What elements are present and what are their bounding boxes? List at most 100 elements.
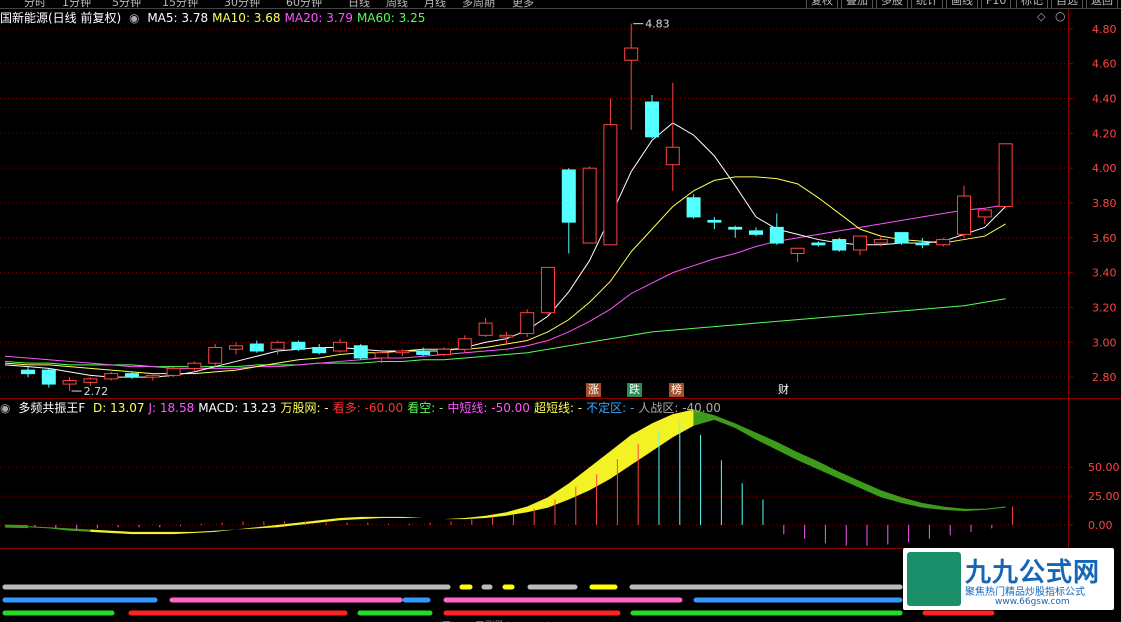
panel-close-icon[interactable]: ○ (1055, 9, 1065, 23)
candle-body (624, 47, 639, 61)
candle (707, 216, 722, 230)
price-tick-label: 4.40 (1092, 93, 1117, 106)
logo-url: www.66gsw.com (995, 597, 1070, 607)
candle (145, 373, 160, 381)
candle (499, 331, 514, 345)
indicator-value-label: 中短线: -50.00 (447, 401, 530, 415)
candle-body (208, 347, 223, 364)
event-marker[interactable]: 跌 (627, 383, 642, 397)
candle-body (104, 373, 119, 380)
candle (998, 143, 1013, 207)
candle (645, 95, 659, 139)
candle (21, 366, 35, 378)
ma-line-ma20 (27, 204, 1006, 369)
candle-body (166, 367, 181, 376)
indicator-tick-label: 0.00 (1088, 519, 1113, 532)
candle (977, 208, 992, 224)
chart-canvas[interactable]: 4.80 4.60 4.40 4.20 4.00 3.80 3.60 3.40 3.20 3.00… (0, 0, 1121, 622)
price-tick-label: 3.60 (1092, 232, 1117, 245)
ma-line-ma60 (28, 298, 1006, 368)
price-tick-label: 3.40 (1092, 267, 1117, 280)
candle-body (977, 209, 992, 218)
candle-body (457, 338, 472, 350)
ma-line-lead-ma60 (4, 360, 29, 364)
candle-body (395, 350, 410, 354)
main-panel-header: 国新能源(日线 前复权) ◉ MA5: 3.78 MA10: 3.68 MA20: … (0, 10, 433, 26)
price-tick-label: 3.20 (1092, 301, 1117, 314)
candle (166, 366, 181, 378)
candle-body (728, 226, 743, 230)
price-tick-label: 4.80 (1092, 23, 1117, 36)
ma-labels: MA5: 3.78 MA10: 3.68 MA20: 3.79 MA60: 3.25 (147, 11, 429, 25)
watermark-logo: 九九公式网 聚焦热门精品炒股指标公式 www.66gsw.com (903, 548, 1114, 610)
ma-settings-icon[interactable]: ◉ (129, 11, 139, 25)
indicator-tick-label: 50.00 (1088, 461, 1120, 474)
price-tick-label: 2.80 (1092, 371, 1117, 384)
candle-body (936, 239, 951, 246)
panel-corner-icon[interactable]: ◇ (1037, 10, 1045, 23)
candle (208, 344, 223, 367)
candle-body (645, 101, 659, 138)
candle (333, 338, 347, 353)
indicator-panel-header: ◉ 多频共振王F D: 13.07 J: 18.58 MACD: 13.23 万股网:… (0, 400, 729, 416)
event-marker[interactable]: 财 (776, 383, 791, 397)
ma-value-label: MA20: 3.79 (284, 11, 353, 25)
candle (832, 237, 847, 252)
candle-body (499, 334, 514, 338)
candle-body (811, 242, 826, 246)
candle-body (790, 247, 805, 254)
candle-body (998, 143, 1013, 207)
candle-body (832, 239, 847, 251)
indicator-value-label: 看多: -60.00 (332, 401, 404, 415)
candle (811, 241, 826, 247)
candle-body (520, 312, 535, 335)
indicator-value-label: 万股网: - (280, 401, 329, 415)
candle-body (957, 195, 971, 235)
candle (769, 213, 784, 245)
candle (790, 247, 805, 263)
indicator-value-label: MACD: 13.23 (198, 401, 277, 415)
logo-icon (907, 552, 961, 606)
candle-body (749, 230, 763, 235)
indicator-value-label: 看空: - (407, 401, 444, 415)
indicator-settings-icon[interactable]: ◉ (0, 401, 10, 415)
event-marker[interactable]: 涨 (586, 383, 601, 397)
candle-body (561, 169, 576, 223)
stock-title[interactable]: 国新能源(日线 前复权) (0, 11, 121, 25)
candle-body (21, 369, 35, 375)
candle (104, 371, 119, 381)
candle (457, 335, 472, 353)
indicator-title[interactable]: 多频共振王F (18, 401, 85, 415)
candle (541, 266, 555, 317)
candle (603, 98, 618, 246)
candle (41, 368, 56, 388)
candle-body (374, 352, 389, 359)
candle (62, 377, 77, 392)
candle (561, 168, 576, 254)
candle-body (894, 232, 909, 244)
price-tick-label: 3.00 (1092, 336, 1117, 349)
candle (125, 371, 139, 379)
indicator-tick-label: 25.00 (1088, 490, 1120, 503)
candle (665, 82, 680, 191)
ma-line-lead-ma20 (4, 355, 29, 359)
candle (478, 317, 493, 338)
indicator-band-green-left (28, 526, 91, 532)
price-tick-label: 3.80 (1092, 197, 1117, 210)
candle (353, 344, 368, 360)
indicator-band-yellow (90, 409, 694, 535)
candle (582, 166, 597, 244)
candle-body (769, 226, 784, 244)
candle-body (582, 167, 597, 244)
ma-value-label: MA5: 3.78 (147, 11, 209, 25)
candle-body (873, 239, 888, 244)
candle-body (145, 374, 160, 378)
candle (624, 23, 639, 130)
event-marker[interactable]: 榜 (669, 383, 684, 397)
candle-body (125, 373, 139, 378)
candle-body (707, 219, 722, 223)
candle (686, 194, 701, 219)
candle-body (853, 235, 867, 251)
low-price-label: 2.72 (84, 385, 109, 398)
candle (312, 344, 327, 355)
